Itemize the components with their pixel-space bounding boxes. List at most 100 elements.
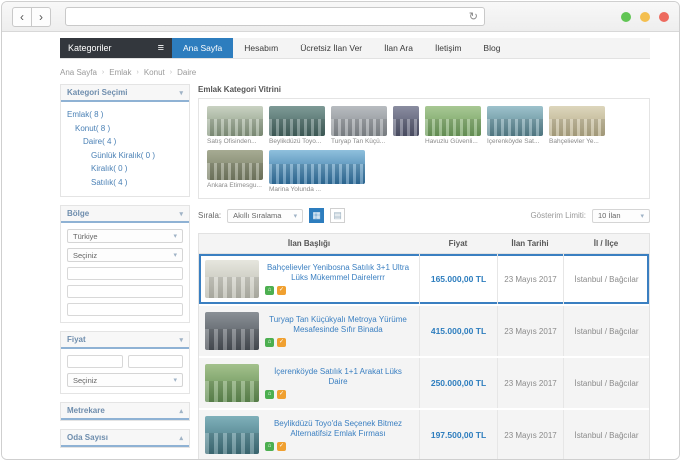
region-panel-header[interactable]: Bölge ▾ [61, 206, 189, 223]
showcase-item[interactable] [393, 106, 419, 138]
breadcrumb: Ana Sayfa › Emlak › Konut › Daire [60, 68, 650, 77]
category-count: ( 4 ) [102, 137, 116, 146]
category-panel-header[interactable]: Kategori Seçimi ▾ [61, 85, 189, 102]
showcase-item[interactable]: Turyap Tan Küçü... [331, 106, 387, 145]
category-item-konut[interactable]: Konut( 8 ) [67, 122, 183, 136]
listing-thumbnail[interactable] [205, 364, 259, 402]
url-bar[interactable]: ↻ [65, 7, 485, 26]
sort-select[interactable]: Akıllı Sıralama ▾ [227, 209, 303, 223]
breadcrumb-daire[interactable]: Daire [177, 68, 196, 77]
showcase-caption: İçerenköyde Sat... [487, 138, 543, 145]
sort-bar: Sırala: Akıllı Sıralama ▾ ▦ ▤ Gösterim L… [198, 208, 650, 223]
rooms-panel-header[interactable]: Oda Sayısı ▴ [61, 430, 189, 447]
region-input-3[interactable] [67, 303, 183, 316]
showcase-row-1: Satış Ofisinden... Beylikdüzü Toyo... Tu… [207, 106, 641, 145]
categories-button[interactable]: Kategoriler ≡ [60, 38, 172, 58]
table-row[interactable]: Beylikdüzü Toyo'da Seçenek Bitmez Altern… [199, 410, 649, 460]
listing-title-link[interactable]: Bahçelievler Yenibosna Satılık 3+1 Ultra… [265, 263, 411, 284]
price-min-input[interactable] [67, 355, 123, 368]
breadcrumb-ana-sayfa[interactable]: Ana Sayfa [60, 68, 97, 77]
sqm-panel-title: Metrekare [67, 406, 105, 415]
window-dot-red[interactable] [659, 12, 669, 22]
list-view-button[interactable]: ▤ [330, 208, 345, 223]
category-list: Emlak( 8 ) Konut( 8 ) Daire( 4 ) Günlük … [61, 102, 189, 196]
category-label: Satılık [91, 178, 113, 187]
listing-title-wrap: Turyap Tan Küçükyalı Metroya Yürüme Mesa… [265, 315, 411, 348]
tab-ana-sayfa[interactable]: Ana Sayfa [172, 38, 233, 58]
showcase-caption: Marina Yolunda ... [269, 186, 365, 193]
listing-price-cell: 197.500,00 TL [419, 410, 497, 460]
category-panel: Kategori Seçimi ▾ Emlak( 8 ) Konut( 8 ) … [60, 84, 190, 197]
listing-title-link[interactable]: Beylikdüzü Toyo'da Seçenek Bitmez Altern… [265, 419, 411, 440]
forward-icon: › [39, 10, 43, 24]
category-item-daire[interactable]: Daire( 4 ) [67, 135, 183, 149]
listing-badges: ⌂ ✓ [265, 442, 411, 451]
country-select-value: Türkiye [73, 232, 98, 241]
listing-title-cell: Beylikdüzü Toyo'da Seçenek Bitmez Altern… [199, 410, 419, 460]
tab-iletisim[interactable]: İletişim [424, 38, 472, 58]
showcase-item[interactable]: Satış Ofisinden... [207, 106, 263, 145]
limit-label: Gösterim Limiti: [530, 211, 586, 220]
showcase-item[interactable]: Bahçelievler Ye... [549, 106, 605, 145]
chevron-down-icon: ▾ [179, 336, 183, 344]
refresh-icon[interactable]: ↻ [469, 10, 478, 23]
currency-select-value: Seçiniz [73, 376, 97, 385]
browser-chrome: ‹ › ↻ [2, 2, 679, 32]
category-item-gunluk-kiralik[interactable]: Günlük Kiralık( 0 ) [67, 149, 183, 163]
price-panel-header[interactable]: Fiyat ▾ [61, 332, 189, 349]
category-item-satilik[interactable]: Satılık( 4 ) [67, 176, 183, 190]
listing-badges: ⌂ ✓ [265, 286, 411, 295]
site-navbar: Kategoriler ≡ Ana Sayfa Hesabım Ücretsiz… [60, 38, 650, 59]
forward-button[interactable]: › [31, 7, 51, 27]
region-panel-title: Bölge [67, 209, 89, 218]
property-thumbnail [331, 106, 387, 136]
showcase-box: Satış Ofisinden... Beylikdüzü Toyo... Tu… [198, 98, 650, 199]
showcase-item[interactable]: Marina Yolunda ... [269, 150, 365, 193]
region-input-2[interactable] [67, 285, 183, 298]
sort-label: Sırala: [198, 211, 221, 220]
showcase-item[interactable]: Beylikdüzü Toyo... [269, 106, 325, 145]
showcase-item[interactable]: İçerenköyde Sat... [487, 106, 543, 145]
city-select[interactable]: Seçiniz ▾ [67, 248, 183, 262]
price-max-input[interactable] [128, 355, 184, 368]
category-item-emlak[interactable]: Emlak( 8 ) [67, 108, 183, 122]
tab-ucretsiz-ilan-ver[interactable]: Ücretsiz İlan Ver [289, 38, 373, 58]
tab-ilan-ara[interactable]: İlan Ara [373, 38, 424, 58]
currency-select[interactable]: Seçiniz ▾ [67, 373, 183, 387]
table-row[interactable]: Bahçelievler Yenibosna Satılık 3+1 Ultra… [199, 254, 649, 306]
listing-title-link[interactable]: Turyap Tan Küçükyalı Metroya Yürüme Mesa… [265, 315, 411, 336]
listing-location-cell: İstanbul / Bağcılar [563, 254, 649, 304]
showcase-item[interactable]: Ankara Etimesgu... [207, 150, 263, 189]
listing-thumbnail[interactable] [205, 312, 259, 350]
chevron-up-icon: ▴ [179, 407, 183, 415]
back-button[interactable]: ‹ [12, 7, 32, 27]
category-item-kiralik[interactable]: Kiralık( 0 ) [67, 162, 183, 176]
category-count: ( 0 ) [113, 164, 127, 173]
region-input-1[interactable] [67, 267, 183, 280]
listing-thumbnail[interactable] [205, 416, 259, 454]
hamburger-menu-icon: ≡ [158, 42, 164, 54]
property-thumbnail [269, 106, 325, 136]
sqm-panel-header[interactable]: Metrekare ▴ [61, 403, 189, 420]
showcase-caption: Beylikdüzü Toyo... [269, 138, 325, 145]
url-input[interactable] [72, 11, 469, 23]
showcase-item[interactable]: Havuzlu Güvenli... [425, 106, 481, 145]
breadcrumb-konut[interactable]: Konut [144, 68, 165, 77]
chevron-right-icon: › [137, 69, 139, 76]
tab-hesabim[interactable]: Hesabım [233, 38, 289, 58]
listing-price-cell: 415.000,00 TL [419, 306, 497, 356]
window-dot-green[interactable] [621, 12, 631, 22]
listing-title-link[interactable]: İçerenköyde Satılık 1+1 Arakat Lüks Dair… [265, 367, 411, 388]
table-row[interactable]: İçerenköyde Satılık 1+1 Arakat Lüks Dair… [199, 358, 649, 410]
grid-view-button[interactable]: ▦ [309, 208, 324, 223]
tab-blog[interactable]: Blog [472, 38, 511, 58]
window-dot-yellow[interactable] [640, 12, 650, 22]
sort-select-value: Akıllı Sıralama [233, 211, 281, 220]
listing-thumbnail[interactable] [205, 260, 259, 298]
chevron-down-icon: ▾ [173, 232, 177, 240]
breadcrumb-emlak[interactable]: Emlak [109, 68, 131, 77]
listing-date-cell: 23 Mayıs 2017 [497, 410, 563, 460]
country-select[interactable]: Türkiye ▾ [67, 229, 183, 243]
table-row[interactable]: Turyap Tan Küçükyalı Metroya Yürüme Mesa… [199, 306, 649, 358]
limit-select[interactable]: 10 İlan ▾ [592, 209, 650, 223]
